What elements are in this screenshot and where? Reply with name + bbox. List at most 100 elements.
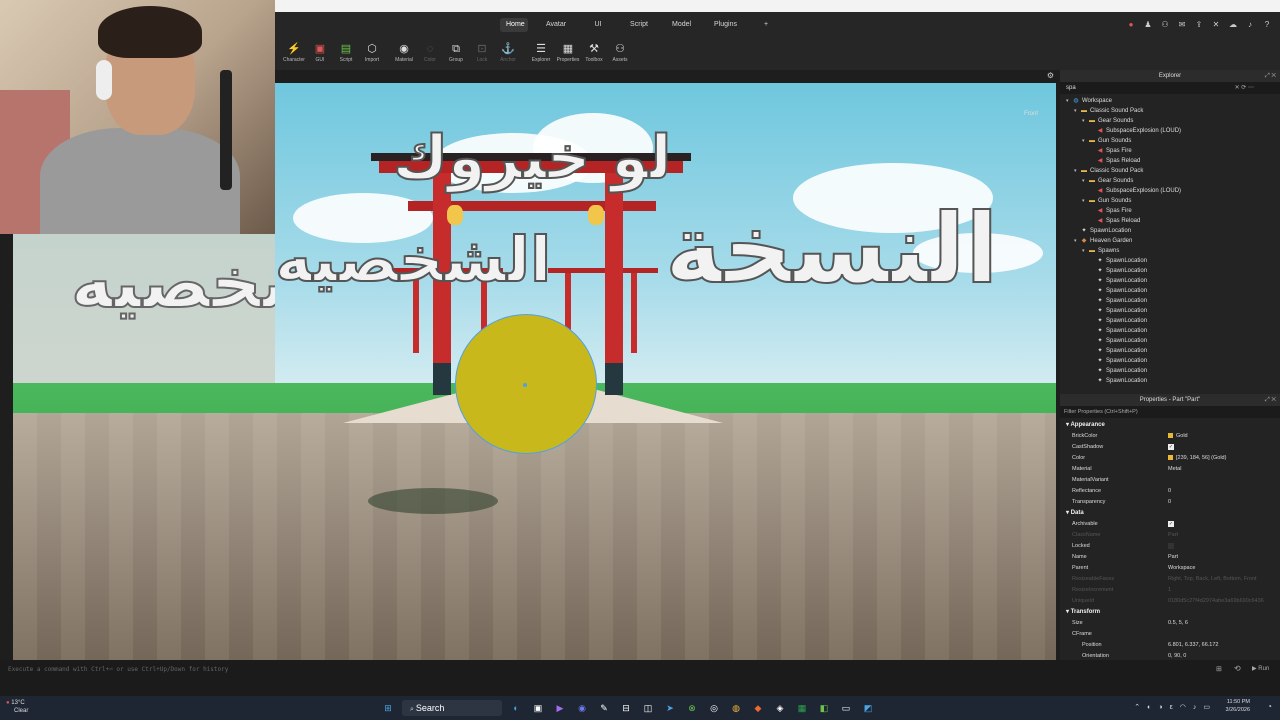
property-value[interactable]: Right, Top, Back, Left, Bottom, Front <box>1168 574 1257 585</box>
property-value[interactable]: Gold <box>1168 431 1188 442</box>
explorer-item[interactable]: ✦ SpawnLocation <box>1060 296 1280 306</box>
property-row[interactable]: Size 0.5, 5, 6 <box>1060 618 1280 629</box>
property-row[interactable]: ResizeableFaces Right, Top, Back, Left, B… <box>1060 574 1280 585</box>
history-icon[interactable]: ⟲ <box>1234 664 1241 673</box>
property-row[interactable]: UniqueId 0180d5c27f4d2974abe3a69b690c6436 <box>1060 596 1280 607</box>
record-icon[interactable]: ● <box>1126 20 1136 30</box>
collaborate-icon[interactable]: ⚇ <box>1160 20 1170 30</box>
discord-icon[interactable]: ◉ <box>574 700 590 716</box>
brave-icon[interactable]: ◆ <box>750 700 766 716</box>
tab-plugins[interactable]: Plugins <box>708 18 740 32</box>
tool-anchor[interactable]: ⚓ Anchor <box>494 42 522 68</box>
property-checkbox[interactable] <box>1168 542 1174 549</box>
property-row[interactable]: CFrame <box>1060 629 1280 640</box>
property-row[interactable]: Orientation 0, 90, 0 <box>1060 651 1280 658</box>
app-icon[interactable]: ✎ <box>596 700 612 716</box>
properties-filter-input[interactable]: Filter Properties (Ctrl+Shift+P) <box>1060 406 1280 418</box>
cloud-icon[interactable]: ☁ <box>1228 20 1238 30</box>
property-row[interactable]: Material Metal <box>1060 464 1280 475</box>
tool-material[interactable]: ◉ Material <box>390 42 418 68</box>
property-value[interactable]: 0, 90, 0 <box>1168 651 1186 658</box>
property-value[interactable]: 0 <box>1168 497 1171 508</box>
pin-icon[interactable]: ⊞ <box>1216 665 1222 673</box>
view-cube-label[interactable]: Front <box>1024 111 1038 117</box>
tab-model[interactable]: Model <box>666 18 696 32</box>
property-value[interactable]: Part <box>1168 530 1178 541</box>
property-row[interactable]: BrickColor Gold <box>1060 431 1280 442</box>
color-swatch[interactable] <box>1168 455 1173 461</box>
property-checkbox[interactable]: ✓ <box>1168 443 1174 450</box>
explorer-item[interactable]: ✦ SpawnLocation <box>1060 346 1280 356</box>
tray-app-icon[interactable]: ◑ <box>1158 699 1162 717</box>
share-icon[interactable]: ⇪ <box>1194 20 1204 30</box>
app-icon[interactable]: ⊟ <box>618 700 634 716</box>
property-row[interactable]: ResizeIncrement 1 <box>1060 585 1280 596</box>
property-row[interactable]: Name Part <box>1060 552 1280 563</box>
chat-icon[interactable]: ✉ <box>1177 20 1187 30</box>
property-value[interactable]: 1 <box>1168 585 1171 596</box>
app-icon[interactable]: ◧ <box>816 700 832 716</box>
obs-icon[interactable]: ◎ <box>706 700 722 716</box>
language-icon[interactable]: ε <box>1170 699 1173 717</box>
property-row[interactable]: Parent Workspace <box>1060 563 1280 574</box>
explorer-item[interactable]: ▾ ▬ Classic Sound Pack <box>1060 166 1280 176</box>
tool-color[interactable]: ◌ Color <box>416 42 444 68</box>
property-checkbox[interactable]: ✓ <box>1168 520 1174 527</box>
explorer-item[interactable]: ▾ ◍ Workspace <box>1060 96 1280 106</box>
explorer-item[interactable]: ◀ Spas Fire <box>1060 146 1280 156</box>
explorer-item[interactable]: ✦ SpawnLocation <box>1060 286 1280 296</box>
explorer-item[interactable]: ✦ SpawnLocation <box>1060 226 1280 236</box>
property-value[interactable] <box>1168 541 1174 552</box>
run-button[interactable]: ▶ Run <box>1252 665 1269 672</box>
explorer-item[interactable]: ✦ SpawnLocation <box>1060 276 1280 286</box>
tool-group[interactable]: ⧉ Group <box>442 42 470 68</box>
explorer-item[interactable]: ▾ ◆ Heaven Garden <box>1060 236 1280 246</box>
tab-home[interactable]: Home <box>500 18 528 32</box>
weather-widget[interactable]: ● 13°C Clear <box>6 699 28 715</box>
explorer-item[interactable]: ✦ SpawnLocation <box>1060 306 1280 316</box>
explorer-item[interactable]: ✦ SpawnLocation <box>1060 376 1280 384</box>
property-row[interactable]: CastShadow ✓ <box>1060 442 1280 453</box>
explorer-item[interactable]: ▾ ▬ Gear Sounds <box>1060 176 1280 186</box>
command-input[interactable]: Execute a command with Ctrl+⏎ or use Ctr… <box>2 663 1212 677</box>
property-row[interactable]: Reflectance 0 <box>1060 486 1280 497</box>
bell-icon[interactable]: ♪ <box>1245 20 1255 30</box>
property-row[interactable]: Locked <box>1060 541 1280 552</box>
explorer-item[interactable]: ▾ ▬ Classic Sound Pack <box>1060 106 1280 116</box>
property-value[interactable]: 0 <box>1168 486 1171 497</box>
app-icon[interactable]: ▣ <box>530 700 546 716</box>
property-value[interactable]: 0.5, 5, 6 <box>1168 618 1188 629</box>
windows-start-icon[interactable]: ⊞ <box>380 700 396 716</box>
explorer-item[interactable]: ◀ Spas Reload <box>1060 216 1280 226</box>
explorer-item[interactable]: ▾ ▬ Gear Sounds <box>1060 116 1280 126</box>
excel-icon[interactable]: ▦ <box>794 700 810 716</box>
tab-ui[interactable]: UI <box>588 18 608 32</box>
explorer-item[interactable]: ✦ SpawnLocation <box>1060 266 1280 276</box>
explorer-item[interactable]: ✦ SpawnLocation <box>1060 366 1280 376</box>
explorer-item[interactable]: ✦ SpawnLocation <box>1060 326 1280 336</box>
wifi-icon[interactable]: ◠ <box>1180 699 1186 717</box>
pivot-marker[interactable] <box>523 383 527 387</box>
tool-properties[interactable]: ▦ Properties <box>554 42 582 68</box>
explorer-item[interactable]: ◀ Spas Fire <box>1060 206 1280 216</box>
tool-import[interactable]: ⬡ Import <box>358 42 386 68</box>
property-row[interactable]: Transparency 0 <box>1060 497 1280 508</box>
telegram-icon[interactable]: ➤ <box>662 700 678 716</box>
property-value[interactable]: Metal <box>1168 464 1181 475</box>
tool-assets[interactable]: ⚇ Assets <box>606 42 634 68</box>
notification-icon[interactable]: ◔ <box>1267 702 1272 711</box>
add-tab-button[interactable]: + <box>758 18 774 32</box>
property-row[interactable]: ClassName Part <box>1060 530 1280 541</box>
explorer-item[interactable]: ✦ SpawnLocation <box>1060 256 1280 266</box>
app-icon[interactable]: ▭ <box>838 700 854 716</box>
property-row[interactable]: MaterialVariant <box>1060 475 1280 486</box>
property-row[interactable]: Archivable ✓ <box>1060 519 1280 530</box>
property-value[interactable]: 0180d5c27f4d2974abe3a69b690c6436 <box>1168 596 1264 607</box>
user-icon[interactable]: ♟ <box>1143 20 1153 30</box>
explorer-search-input[interactable]: spa <box>1066 85 1076 91</box>
app-icon[interactable]: ◫ <box>640 700 656 716</box>
explorer-item[interactable]: ◀ SubspaceExplosion (LOUD) <box>1060 126 1280 136</box>
steam-icon[interactable]: ◈ <box>772 700 788 716</box>
explorer-item[interactable]: ◀ Spas Reload <box>1060 156 1280 166</box>
help-icon[interactable]: ? <box>1262 20 1272 30</box>
